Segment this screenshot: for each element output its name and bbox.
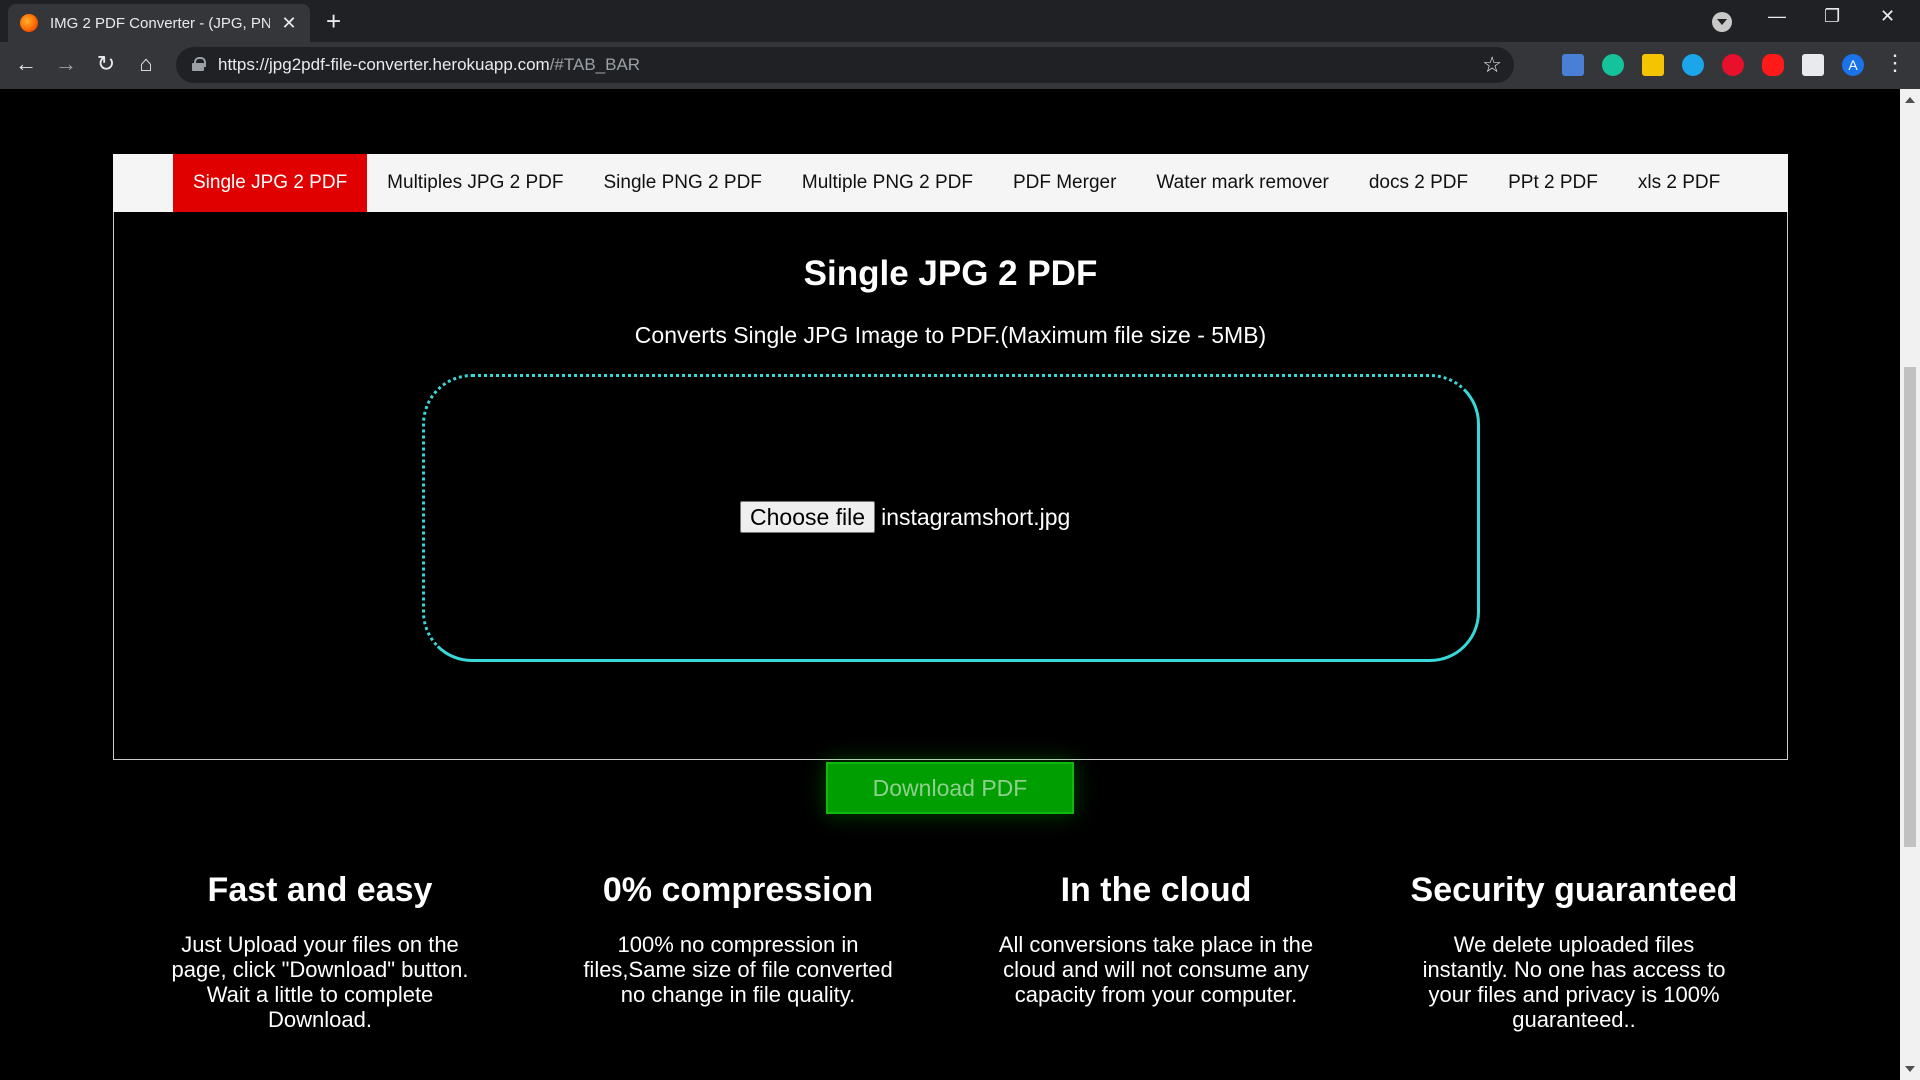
feature-title: Fast and easy [207,871,433,909]
choose-file-button[interactable]: Choose file [740,501,876,533]
reload-icon[interactable]: ↻ [92,52,120,76]
file-drop-zone[interactable]: Choose file instagramshort.jpg [422,374,1480,662]
selected-file-name: instagramshort.jpg [881,503,1071,530]
feature-text: Just Upload your files on the page, clic… [171,932,469,1032]
download-pdf-button[interactable]: Download PDF [826,762,1074,814]
converter-panel: Single JPG 2 PDF Converts Single JPG Ima… [113,212,1788,814]
forward-icon[interactable]: → [52,52,80,76]
site-favicon-icon [20,14,38,32]
tab-single-png-2-pdf[interactable]: Single PNG 2 PDF [584,154,782,212]
converter-tab-bar: Single JPG 2 PDF Multiples JPG 2 PDF Singl… [113,154,1788,212]
scroll-down-icon[interactable] [1905,1066,1915,1072]
converter-tab-list: Single JPG 2 PDF Multiples JPG 2 PDF Singl… [173,154,1740,212]
grammarly-icon[interactable] [1602,54,1624,76]
file-input[interactable]: Choose file instagramshort.jpg [740,501,1070,533]
feature-title: Security guaranteed [1410,871,1738,909]
tab-single-jpg-2-pdf[interactable]: Single JPG 2 PDF [173,154,368,212]
browser-tab[interactable]: IMG 2 PDF Converter - (JPG, PNG ✕ [8,4,310,42]
restore-button[interactable]: ❐ [1824,6,1840,27]
window-close-button[interactable]: ✕ [1880,6,1895,27]
address-bar[interactable]: https://jpg2pdf-file-converter.herokuapp… [176,47,1514,83]
tab-title: IMG 2 PDF Converter - (JPG, PNG [50,14,270,32]
page-scrollbar[interactable] [1900,89,1920,1080]
features-section: Fast and easy Just Upload your files on … [155,871,1827,1051]
tab-pdf-merger[interactable]: PDF Merger [993,154,1136,212]
bookmark-star-icon[interactable]: ☆ [1482,52,1502,78]
hand-icon[interactable] [1762,54,1784,76]
translate-icon[interactable] [1562,54,1584,76]
ext-g-icon[interactable] [1682,54,1704,76]
feature-text: We delete uploaded files instantly. No o… [1422,932,1726,1032]
record-icon[interactable] [1722,54,1744,76]
feature-compression: 0% compression 100% no compression in fi… [573,871,903,1007]
new-tab-button[interactable]: + [326,8,341,34]
scroll-up-icon[interactable] [1905,97,1915,103]
page-viewport: Single JPG 2 PDF Multiples JPG 2 PDF Singl… [0,89,1900,1080]
browser-menu-icon[interactable]: ⋮ [1884,50,1906,76]
puzzle-icon[interactable] [1802,54,1824,76]
minimize-button[interactable]: — [1768,6,1786,27]
tab-docs-2-pdf[interactable]: docs 2 PDF [1349,154,1488,212]
lock-icon[interactable] [192,57,206,71]
tab-ppt-2-pdf[interactable]: PPt 2 PDF [1488,154,1618,212]
tab-xls-2-pdf[interactable]: xls 2 PDF [1618,154,1740,212]
tab-search-icon[interactable] [1712,12,1732,32]
ext-yellow-icon[interactable] [1642,54,1664,76]
profile-avatar[interactable]: A [1842,54,1864,76]
back-icon[interactable]: ← [12,52,40,76]
feature-title: 0% compression [602,871,874,909]
feature-text: All conversions take place in the cloud … [998,932,1314,1007]
home-icon[interactable]: ⌂ [132,52,160,76]
feature-fast: Fast and easy Just Upload your files on … [155,871,485,1032]
tab-multiple-png-2-pdf[interactable]: Multiple PNG 2 PDF [782,154,993,212]
tab-multiples-jpg-2-pdf[interactable]: Multiples JPG 2 PDF [367,154,583,212]
browser-toolbar: ← → ↻ ⌂ https://jpg2pdf-file-converter.h… [0,42,1920,89]
page-subtitle: Converts Single JPG Image to PDF.(Maximu… [634,322,1267,348]
browser-tabstrip: IMG 2 PDF Converter - (JPG, PNG ✕ + — ❐ … [0,0,1920,42]
url-text[interactable]: https://jpg2pdf-file-converter.herokuapp… [218,55,640,75]
feature-text: 100% no compression in files,Same size o… [583,932,893,1007]
feature-security: Security guaranteed We delete uploaded f… [1409,871,1739,1032]
tab-close-icon[interactable]: ✕ [280,13,298,34]
scrollbar-thumb[interactable] [1904,367,1916,847]
tab-water-mark-remover[interactable]: Water mark remover [1136,154,1348,212]
feature-title: In the cloud [1060,871,1252,909]
feature-cloud: In the cloud All conversions take place … [991,871,1321,1007]
page-title: Single JPG 2 PDF [803,254,1098,293]
